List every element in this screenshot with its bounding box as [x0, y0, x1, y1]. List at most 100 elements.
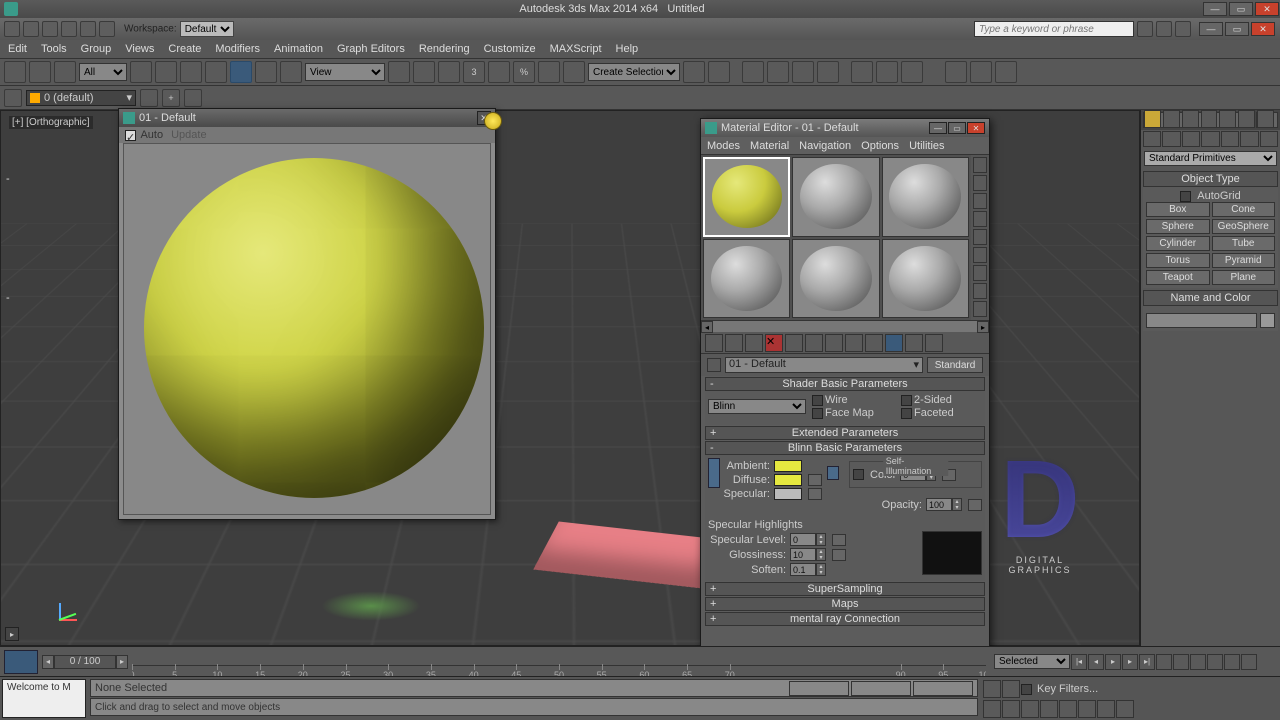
selection-filter[interactable]: All	[79, 63, 127, 81]
mentalray-rollout-header[interactable]: +mental ray Connection	[705, 612, 985, 626]
prim-box[interactable]: Box	[1146, 202, 1210, 217]
name-color-header[interactable]: -Name and Color	[1143, 290, 1278, 306]
menu-create[interactable]: Create	[168, 43, 201, 55]
material-type-button[interactable]: Standard	[927, 357, 983, 373]
extended-rollout-header[interactable]: +Extended Parameters	[705, 426, 985, 440]
reset-icon[interactable]: ✕	[765, 334, 783, 352]
mdi-maximize-button[interactable]: ▭	[1225, 22, 1249, 36]
put-to-scene-icon[interactable]	[725, 334, 743, 352]
preview-titlebar[interactable]: 01 - Default ✕	[119, 109, 495, 127]
mat-id-icon[interactable]	[845, 334, 863, 352]
soften-spinner[interactable]: 0.1▴▾	[790, 563, 826, 576]
material-editor-window[interactable]: Material Editor - 01 - Default — ▭ ✕ Mod…	[700, 118, 990, 672]
select-by-mat-icon[interactable]	[973, 283, 987, 299]
shade-icon[interactable]	[1163, 110, 1180, 128]
scene-object-blob[interactable]	[321, 591, 421, 621]
supersampling-rollout-header[interactable]: +SuperSampling	[705, 582, 985, 596]
redo-icon[interactable]	[80, 21, 96, 37]
selection-lock-dropdown[interactable]: Selected	[994, 654, 1070, 669]
curve-editor-icon[interactable]	[767, 61, 789, 83]
new-icon[interactable]	[4, 21, 20, 37]
scale-tool-icon[interactable]	[280, 61, 302, 83]
nav-fov-icon[interactable]	[1021, 700, 1039, 718]
helpers-icon[interactable]	[1221, 131, 1239, 147]
menu-maxscript[interactable]: MAXScript	[550, 43, 602, 55]
faceted-checkbox[interactable]: Faceted	[901, 407, 982, 419]
shade-icon[interactable]	[1182, 110, 1199, 128]
key-mode-icon[interactable]	[1156, 654, 1172, 670]
blinn-rollout-header[interactable]: -Blinn Basic Parameters	[705, 441, 985, 455]
mateditor-maximize-button[interactable]: ▭	[948, 122, 966, 134]
layers-icon[interactable]	[742, 61, 764, 83]
primitive-category[interactable]: Standard Primitives	[1144, 151, 1277, 166]
mirror-icon[interactable]	[683, 61, 705, 83]
maps-rollout-header[interactable]: +Maps	[705, 597, 985, 611]
menu-views[interactable]: Views	[125, 43, 154, 55]
get-material-icon[interactable]	[705, 334, 723, 352]
object-color-swatch[interactable]	[1260, 313, 1275, 328]
undo-icon[interactable]	[61, 21, 77, 37]
matmenu-material[interactable]: Material	[750, 140, 789, 152]
nav-zoom2-icon[interactable]	[1002, 700, 1020, 718]
opacity-spinner[interactable]: 100▴▾	[926, 498, 962, 511]
object-type-header[interactable]: -Object Type	[1143, 171, 1278, 187]
prim-geosphere[interactable]: GeoSphere	[1212, 219, 1276, 234]
timeline-prev[interactable]: ◂	[42, 655, 54, 669]
refcoord-dropdown[interactable]: View	[305, 63, 385, 81]
play-icon[interactable]: ▸	[1105, 654, 1121, 670]
material-slot-5[interactable]	[792, 239, 879, 319]
prim-sphere[interactable]: Sphere	[1146, 219, 1210, 234]
wire-checkbox[interactable]: Wire	[812, 394, 893, 406]
menu-help[interactable]: Help	[616, 43, 639, 55]
material-slot-4[interactable]	[703, 239, 790, 319]
bg-icon[interactable]	[973, 193, 987, 209]
shade-icon[interactable]	[1219, 110, 1236, 128]
slot-scrollbar[interactable]: ◂▸	[701, 320, 989, 332]
spinner-snap-icon[interactable]	[538, 61, 560, 83]
ambient-color-swatch[interactable]	[774, 460, 802, 472]
geometry-icon[interactable]	[1143, 131, 1161, 147]
transform-type-ins[interactable]	[789, 681, 973, 696]
preview-update-button[interactable]: Update	[171, 129, 206, 141]
center-icon[interactable]	[388, 61, 410, 83]
help-icon[interactable]	[1175, 21, 1191, 37]
link-icon[interactable]	[99, 21, 115, 37]
prim-tube[interactable]: Tube	[1212, 236, 1276, 251]
select-icon[interactable]	[130, 61, 152, 83]
nav-pan2-icon[interactable]	[983, 700, 1001, 718]
menu-modifiers[interactable]: Modifiers	[215, 43, 260, 55]
facemap-checkbox[interactable]: Face Map	[812, 407, 893, 419]
mateditor-minimize-button[interactable]: —	[929, 122, 947, 134]
workspace-selector[interactable]: Workspace: Default	[124, 21, 234, 37]
assign-icon[interactable]	[745, 334, 763, 352]
render-icon[interactable]	[901, 61, 923, 83]
rx-scale-icon[interactable]	[945, 61, 967, 83]
auto-key-icon[interactable]	[1002, 680, 1020, 698]
maxscript-listener[interactable]: Welcome to M	[2, 679, 86, 718]
link-tool-icon[interactable]	[4, 61, 26, 83]
nav-zoom-icon[interactable]	[1190, 654, 1206, 670]
menu-rendering[interactable]: Rendering	[419, 43, 470, 55]
material-name-dropdown[interactable]: 01 - Default▾	[725, 357, 923, 373]
go-parent-icon[interactable]	[905, 334, 923, 352]
menu-group[interactable]: Group	[81, 43, 112, 55]
snap-toggle-icon[interactable]: 3	[463, 61, 485, 83]
prim-pyramid[interactable]: Pyramid	[1212, 253, 1276, 268]
specular-map-button[interactable]	[808, 488, 822, 500]
matmenu-modes[interactable]: Modes	[707, 140, 740, 152]
specular-color-swatch[interactable]	[774, 488, 802, 500]
menu-grapheditors[interactable]: Graph Editors	[337, 43, 405, 55]
rx-misc-icon[interactable]	[995, 61, 1017, 83]
rx-grid-icon[interactable]	[970, 61, 992, 83]
layer-sel-icon[interactable]	[184, 89, 202, 107]
rotate-tool-icon[interactable]	[255, 61, 277, 83]
shapes-icon[interactable]	[1162, 131, 1180, 147]
timeline-next[interactable]: ▸	[116, 655, 128, 669]
material-preview-window[interactable]: 01 - Default ✕ ✓ Auto Update	[118, 108, 496, 520]
video-icon[interactable]	[973, 229, 987, 245]
next-frame-icon[interactable]: ▸	[1122, 654, 1138, 670]
diffuse-lock-icon[interactable]	[827, 466, 839, 480]
keymode-icon[interactable]	[438, 61, 460, 83]
matmenu-navigation[interactable]: Navigation	[799, 140, 851, 152]
material-slot-2[interactable]	[792, 157, 879, 237]
